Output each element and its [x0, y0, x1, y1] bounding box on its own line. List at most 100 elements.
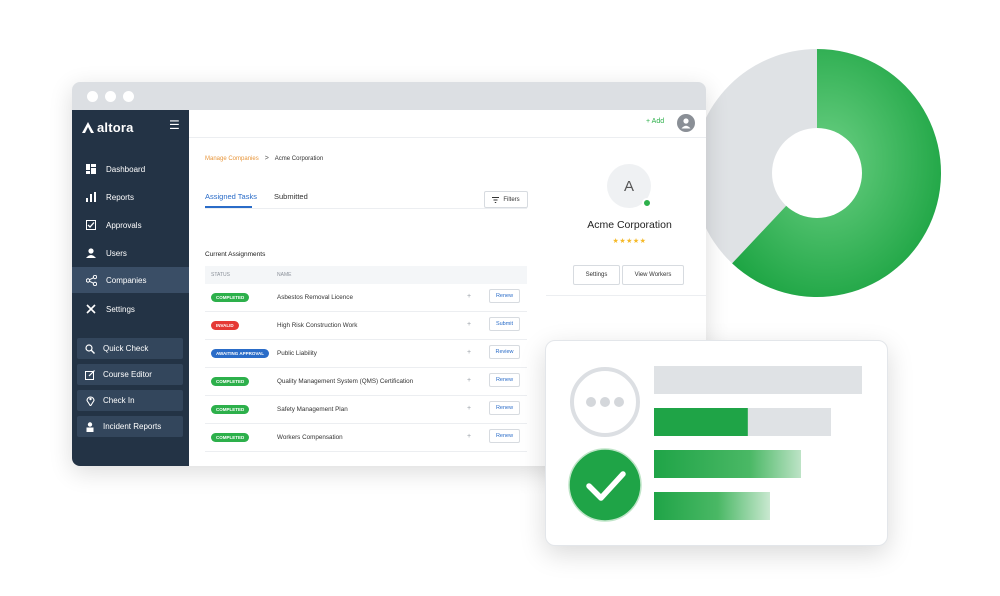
quick-check-button[interactable]: Quick Check: [77, 338, 183, 359]
report-icon: [84, 421, 96, 433]
card-graphic: [568, 366, 862, 522]
add-button[interactable]: + Add: [646, 118, 664, 125]
rating-stars: ★★★★★: [612, 238, 647, 245]
expand-plus-icon[interactable]: +: [467, 321, 471, 328]
filter-icon: [492, 196, 500, 203]
tab-active-indicator: [205, 206, 252, 208]
hamburger-icon[interactable]: ☰: [169, 119, 180, 131]
status-badge: COMPLETED: [211, 293, 250, 302]
check-in-button[interactable]: Check In: [77, 390, 183, 411]
pending-dots-icon: [570, 367, 640, 437]
task-name[interactable]: Quality Management System (QMS) Certific…: [277, 378, 413, 385]
course-editor-label: Course Editor: [103, 370, 152, 379]
tab-submitted[interactable]: Submitted: [274, 192, 308, 201]
top-bar: + Add: [189, 110, 706, 138]
incident-reports-button[interactable]: Incident Reports: [77, 416, 183, 437]
breadcrumb-separator: >: [264, 155, 269, 162]
sidebar-item-reports[interactable]: Reports: [72, 184, 189, 210]
user-avatar-icon: [681, 118, 691, 129]
table-header: STATUS NAME: [205, 266, 527, 284]
section-title: Current Assignments: [205, 251, 266, 258]
settings-button[interactable]: Settings: [573, 265, 620, 285]
status-badge: COMPLETED: [211, 433, 250, 442]
row-action-button[interactable]: Renew: [489, 401, 520, 415]
check-in-label: Check In: [103, 396, 135, 405]
bar-chart-icon: [84, 190, 98, 204]
expand-plus-icon[interactable]: +: [467, 433, 471, 440]
avatar[interactable]: [677, 114, 695, 132]
row-action-button[interactable]: Renew: [489, 289, 520, 303]
sidebar-item-companies[interactable]: Companies: [72, 267, 189, 293]
window-titlebar: [72, 82, 706, 110]
task-name[interactable]: High Risk Construction Work: [277, 322, 357, 329]
sidebar-item-label: Dashboard: [106, 164, 146, 174]
gradient-bar: [654, 492, 770, 520]
task-name[interactable]: Asbestos Removal Licence: [277, 294, 353, 301]
task-name[interactable]: Public Liability: [277, 350, 317, 357]
task-name[interactable]: Safety Management Plan: [277, 406, 348, 413]
expand-plus-icon[interactable]: +: [467, 293, 471, 300]
table-row: COMPLETED Asbestos Removal Licence + Renew: [205, 284, 527, 312]
expand-plus-icon[interactable]: +: [467, 377, 471, 384]
sidebar-item-dashboard[interactable]: Dashboard: [72, 156, 189, 182]
check-circle-icon: [568, 448, 642, 522]
status-badge: INVALID: [211, 321, 239, 330]
breadcrumb: Manage Companies > Acme Corporation: [205, 155, 323, 162]
row-action-button[interactable]: Renew: [489, 373, 520, 387]
sidebar-item-label: Approvals: [106, 220, 142, 230]
sidebar-item-label: Users: [106, 248, 127, 258]
dashboard-icon: [84, 162, 98, 176]
row-action-button[interactable]: Submit: [489, 317, 520, 331]
filters-button[interactable]: Filters: [484, 191, 528, 208]
sidebar: altora ☰ Dashboard Reports Approvals Use…: [72, 110, 189, 466]
column-header-status: STATUS: [211, 272, 230, 278]
sidebar-item-settings[interactable]: Settings: [72, 296, 189, 322]
company-initial: A: [623, 177, 634, 195]
row-action-button[interactable]: Review: [489, 345, 520, 359]
breadcrumb-manage-companies[interactable]: Manage Companies: [205, 156, 259, 162]
sidebar-item-users[interactable]: Users: [72, 240, 189, 266]
task-name[interactable]: Workers Compensation: [277, 434, 343, 441]
user-icon: [84, 246, 98, 260]
breadcrumb-current: Acme Corporation: [274, 156, 324, 162]
online-status-indicator: [642, 198, 652, 208]
window-dot: [87, 91, 98, 102]
magnifier-icon: [84, 343, 96, 355]
edit-icon: [84, 369, 96, 381]
quick-check-label: Quick Check: [103, 344, 149, 353]
sidebar-item-label: Reports: [106, 192, 135, 202]
table-row: COMPLETED Quality Management System (QMS)…: [205, 368, 527, 396]
table-row: COMPLETED Safety Management Plan + Renew: [205, 396, 527, 424]
incident-reports-label: Incident Reports: [103, 422, 162, 431]
row-action-button[interactable]: Renew: [489, 429, 520, 443]
brand-logo[interactable]: altora: [82, 118, 134, 136]
expand-plus-icon[interactable]: +: [467, 405, 471, 412]
filters-label: Filters: [503, 196, 520, 203]
status-badge: COMPLETED: [211, 377, 250, 386]
tab-assigned-tasks[interactable]: Assigned Tasks: [205, 192, 257, 201]
window-dot: [123, 91, 134, 102]
sidebar-item-label: Companies: [106, 275, 147, 285]
column-header-name: NAME: [277, 272, 292, 278]
table-row: AWAITING APPROVAL Public Liability + Review: [205, 340, 527, 368]
expand-plus-icon[interactable]: +: [467, 349, 471, 356]
status-card-illustration: [545, 340, 888, 546]
profile-divider: [546, 295, 706, 296]
donut-decoration: [693, 49, 941, 297]
tools-icon: [84, 302, 98, 316]
company-name: Acme Corporation: [587, 219, 672, 231]
view-workers-button[interactable]: View Workers: [622, 265, 684, 285]
status-badge: COMPLETED: [211, 405, 250, 414]
window-dot: [105, 91, 116, 102]
checkbox-icon: [84, 218, 98, 232]
share-icon: [84, 273, 98, 287]
table-row: INVALID High Risk Construction Work + Submi…: [205, 312, 527, 340]
location-pin-icon: [84, 395, 96, 407]
sidebar-item-approvals[interactable]: Approvals: [72, 212, 189, 238]
course-editor-button[interactable]: Course Editor: [77, 364, 183, 385]
donut-hole: [772, 128, 862, 218]
placeholder-bar: [654, 366, 862, 394]
sidebar-item-label: Settings: [106, 304, 135, 314]
tab-divider: [205, 208, 527, 209]
gradient-bar: [654, 450, 801, 478]
